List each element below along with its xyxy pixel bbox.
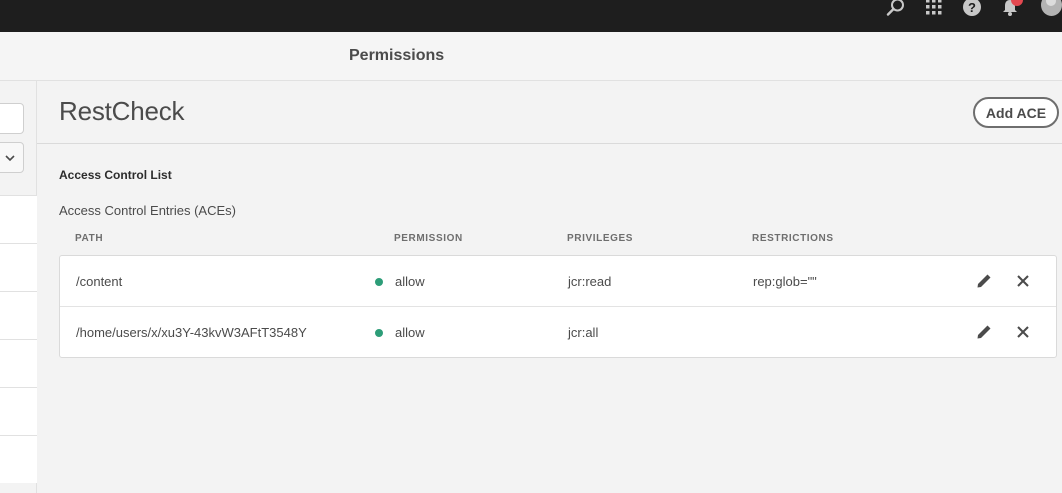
apps-grid-icon[interactable] [923, 0, 945, 16]
ace-table: /content allow jcr:read rep:glob="" /hom… [59, 255, 1057, 358]
group-name: RestCheck [59, 96, 185, 126]
column-header-privileges: PRIVILEGES [567, 233, 634, 244]
chevron-down-icon [5, 154, 15, 161]
edit-ace-button[interactable] [974, 271, 994, 291]
list-item[interactable] [0, 339, 37, 387]
allow-status-dot [375, 278, 383, 286]
bell-icon[interactable] [999, 0, 1023, 16]
ace-permission: allow [395, 325, 425, 340]
avatar[interactable] [1037, 0, 1062, 16]
group-filter-select[interactable] [0, 142, 24, 173]
search-icon[interactable] [885, 0, 907, 16]
list-item[interactable] [0, 435, 37, 483]
close-icon [1017, 275, 1029, 287]
allow-status-dot [375, 329, 383, 337]
column-header-path: PATH [75, 233, 104, 244]
ace-privileges: jcr:read [568, 274, 612, 289]
column-header-restrictions: RESTRICTIONS [752, 233, 834, 244]
help-icon[interactable]: ? [961, 0, 983, 16]
close-icon [1017, 326, 1029, 338]
table-row: /content allow jcr:read rep:glob="" [60, 256, 1056, 307]
left-rail [0, 81, 37, 493]
help-icon-glyph: ? [963, 0, 981, 16]
shell-header: ? [0, 0, 1062, 32]
list-item[interactable] [0, 195, 37, 243]
delete-ace-button[interactable] [1013, 271, 1033, 291]
divider [37, 143, 1062, 144]
pencil-icon [977, 274, 991, 288]
permissions-detail: RestCheck Add ACE Access Control List Ac… [37, 81, 1062, 493]
column-header-permission: PERMISSION [394, 233, 463, 244]
group-search-input[interactable] [0, 103, 24, 134]
user-avatar-icon [1041, 0, 1062, 16]
list-item[interactable] [0, 243, 37, 291]
table-header: PATH PERMISSION PRIVILEGES RESTRICTIONS [59, 231, 1057, 255]
group-list [0, 195, 37, 483]
list-item[interactable] [0, 387, 37, 435]
page-title: Permissions [349, 47, 445, 64]
ace-restrictions: rep:glob="" [753, 274, 817, 289]
list-item[interactable] [0, 291, 37, 339]
table-row: /home/users/x/xu3Y-43kvW3AFtT3548Y allow… [60, 307, 1056, 357]
ace-permission: allow [395, 274, 425, 289]
ace-path: /content [76, 274, 123, 289]
page-titlebar: Permissions [0, 32, 1062, 81]
aces-heading: Access Control Entries (ACEs) [59, 203, 236, 218]
pencil-icon [977, 325, 991, 339]
ace-privileges: jcr:all [568, 325, 599, 340]
delete-ace-button[interactable] [1013, 322, 1033, 342]
acl-heading: Access Control List [59, 168, 172, 182]
edit-ace-button[interactable] [974, 322, 994, 342]
ace-path: /home/users/x/xu3Y-43kvW3AFtT3548Y [76, 325, 307, 340]
add-ace-button[interactable]: Add ACE [973, 97, 1059, 128]
